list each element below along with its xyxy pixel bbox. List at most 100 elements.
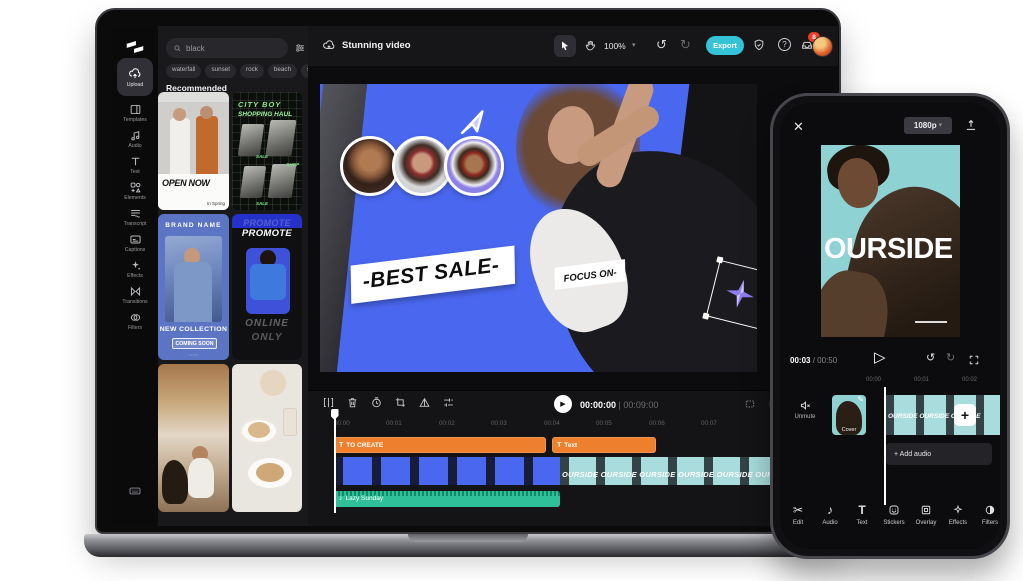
sidebar-item-elements[interactable]: Elements xyxy=(112,178,158,204)
figure-head xyxy=(173,108,186,121)
export-upload-icon[interactable] xyxy=(964,118,978,132)
avatar-sticker-group[interactable] xyxy=(340,136,504,196)
template-thumbnail-city-boy[interactable]: CITY BOY SHOPPING HAUL SALE SHOP SALE xyxy=(232,92,302,210)
toolbar-label: Audio xyxy=(814,520,846,526)
shield-icon[interactable] xyxy=(752,38,766,52)
sticker-icon xyxy=(888,504,900,516)
template-button-label: COMING SOON xyxy=(172,338,217,349)
user-avatar[interactable] xyxy=(812,36,833,57)
sidebar-item-label: Audio xyxy=(128,143,141,149)
split-icon[interactable] xyxy=(322,396,335,409)
undo-icon[interactable]: ↺ xyxy=(656,38,667,51)
avatar-sticker[interactable] xyxy=(444,136,504,196)
hand-tool-icon[interactable] xyxy=(584,39,597,52)
selection-handle[interactable] xyxy=(716,256,723,263)
template-footer: ◦◦◦◦◦◦◦◦ xyxy=(158,353,229,357)
ruler-tick: 00:03 xyxy=(491,420,507,427)
search-filter-icon[interactable] xyxy=(294,42,306,54)
ruler-tick: 00:07 xyxy=(701,420,717,427)
sidebar-item-transitions[interactable]: Transitions xyxy=(112,282,158,308)
sidebar-item-filters[interactable]: Filters xyxy=(112,308,158,334)
sidebar-item-text[interactable]: Text xyxy=(112,152,158,178)
tag-chip[interactable]: waterfall xyxy=(166,64,201,78)
video-frame[interactable]: -BEST SALE- FOCUS ON- xyxy=(320,84,757,372)
cover-thumbnail[interactable]: ✎ Cover xyxy=(832,395,866,435)
template-thumbnail-brand-name[interactable]: BRAND NAME NEW COLLECTION COMING SOON ◦◦… xyxy=(158,214,229,360)
help-icon[interactable]: ? xyxy=(778,38,791,51)
avatar-sticker[interactable] xyxy=(340,136,400,196)
sidebar-item-transcript[interactable]: Transcript xyxy=(112,204,158,230)
template-thumbnail-food-photo[interactable] xyxy=(232,364,302,512)
toolbar-item-text[interactable]: T Text xyxy=(846,503,878,526)
toolbar-item-audio[interactable]: ♪ Audio xyxy=(814,503,846,526)
template-thumbnail-open-now[interactable]: OPEN NOW In Spring xyxy=(158,92,229,210)
sidebar-item-label: Filters xyxy=(128,325,142,331)
preview-canvas: -BEST SALE- FOCUS ON- xyxy=(308,66,838,390)
sidebar-item-captions[interactable]: Captions xyxy=(112,230,158,256)
play-icon[interactable]: ▷ xyxy=(874,350,886,365)
chevron-down-icon[interactable]: ▾ xyxy=(632,42,636,49)
search-input[interactable]: black xyxy=(166,38,288,58)
mobile-video-preview[interactable]: OURSIDE xyxy=(821,145,960,337)
sidebar-item-label: Effects xyxy=(127,273,143,279)
avatar-sticker[interactable] xyxy=(392,136,452,196)
tag-chip[interactable]: subscribe xyxy=(301,64,308,78)
figure xyxy=(188,458,214,498)
toolbar-item-filters[interactable]: Filters xyxy=(974,503,1000,526)
add-audio-button[interactable]: + Add audio xyxy=(886,443,992,465)
video-clip-blue[interactable] xyxy=(334,457,560,485)
media-panel: black waterfall sunset rock beach subscr… xyxy=(158,26,308,526)
unmute-button[interactable]: Unmute xyxy=(788,399,822,420)
fit-timeline-icon[interactable] xyxy=(744,398,756,410)
tag-chip[interactable]: sunset xyxy=(205,64,236,78)
playhead[interactable] xyxy=(884,387,886,505)
crop-icon[interactable] xyxy=(394,396,407,409)
redo-icon[interactable]: ↻ xyxy=(946,353,955,364)
redo-icon[interactable]: ↻ xyxy=(680,38,691,51)
text-clip-text[interactable]: T Text xyxy=(552,437,656,453)
text-clip-to-create[interactable]: T TO CREATE xyxy=(334,437,546,453)
search-icon xyxy=(173,44,182,53)
playhead[interactable] xyxy=(334,417,336,513)
sidebar-item-upload[interactable]: Upload xyxy=(117,58,153,96)
sidebar-item-audio[interactable]: Audio xyxy=(112,126,158,152)
template-subtitle: In Spring xyxy=(207,201,225,206)
resolution-dropdown[interactable]: 1080p ▾ xyxy=(904,117,952,134)
timeline-play-button[interactable]: ▶ xyxy=(554,395,572,413)
template-title: BRAND NAME xyxy=(158,222,229,229)
template-photo xyxy=(158,102,229,174)
fullscreen-icon[interactable] xyxy=(968,354,980,366)
pencil-icon: ✎ xyxy=(857,396,864,404)
undo-icon[interactable]: ↺ xyxy=(926,353,935,364)
audio-clip[interactable]: ♪ Lazy Sunday xyxy=(334,491,560,507)
close-icon[interactable]: ✕ xyxy=(793,120,804,133)
delete-icon[interactable] xyxy=(346,396,359,409)
glass xyxy=(283,408,297,436)
tag-chip[interactable]: rock xyxy=(240,64,264,78)
toolbar-item-edit[interactable]: ✂ Edit xyxy=(782,503,814,526)
elements-icon xyxy=(129,181,142,194)
scissors-icon: ✂ xyxy=(793,504,803,516)
adjust-icon[interactable] xyxy=(442,396,455,409)
audio-icon xyxy=(129,129,142,142)
template-thumbnail-promote[interactable]: PROMOTE PROMOTE ONLINE ONLY xyxy=(232,214,302,360)
template-thumbnail-van-photo[interactable] xyxy=(158,364,229,512)
toolbar-item-overlay[interactable]: Overlay xyxy=(910,503,942,526)
select-tool-button[interactable] xyxy=(554,35,576,57)
toolbar-item-effects[interactable]: Effects xyxy=(942,503,974,526)
mirror-icon[interactable] xyxy=(418,396,431,409)
mobile-editor: ✕ 1080p ▾ OURSIDE 00:03 / 00:50 ▷ ↺ ↻ xyxy=(780,103,1000,549)
keyboard-shortcuts-icon[interactable] xyxy=(128,484,142,498)
toolbar-item-stickers[interactable]: Stickers xyxy=(878,503,910,526)
sidebar-item-templates[interactable]: Templates xyxy=(112,100,158,126)
mobile-video-track[interactable]: OURSIDE OURSIDE OURSIDE + xyxy=(886,395,1000,435)
figure xyxy=(170,118,190,174)
zoom-level[interactable]: 100% xyxy=(604,41,626,51)
sidebar-item-effects[interactable]: Effects xyxy=(112,256,158,282)
tag-chip[interactable]: beach xyxy=(268,64,297,78)
template-subtitle: SHOPPING HAUL xyxy=(238,111,292,118)
project-title[interactable]: Stunning video xyxy=(342,40,411,51)
add-clip-button[interactable]: + xyxy=(954,404,976,426)
export-button[interactable]: Export xyxy=(706,36,744,55)
speed-icon[interactable] xyxy=(370,396,383,409)
